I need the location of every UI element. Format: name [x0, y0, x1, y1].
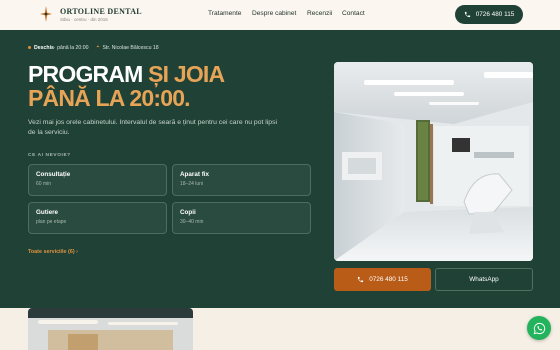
site-header: ORTOLINE DENTAL Sibiu · centru · din 201… — [0, 0, 560, 30]
service-title: Consultație — [36, 171, 71, 178]
clinic-photo — [334, 62, 533, 261]
service-card-copii[interactable]: Copii 30–40 min — [172, 202, 311, 234]
service-title: Aparat fix — [180, 171, 210, 178]
service-card-gutiere[interactable]: Gutiere plan pe etape — [28, 202, 167, 234]
services-section-label: CE AI NEVOIE? — [28, 153, 71, 158]
call-button-label: 0726 480 115 — [369, 276, 408, 283]
service-duration: plan pe etape — [36, 219, 67, 225]
phone-icon — [358, 276, 364, 283]
next-section-photo — [28, 308, 193, 350]
status-hours: · până la 20:00 — [53, 44, 89, 51]
service-duration: 18–24 luni — [180, 181, 204, 187]
status-open: Deschis — [34, 44, 54, 51]
address[interactable]: Str. Nicolae Bălcescu 18 — [102, 45, 158, 51]
whatsapp-icon — [533, 322, 545, 334]
nav-link-recenzii[interactable]: Recenzii — [307, 10, 332, 17]
whatsapp-button[interactable]: WhatsApp — [435, 268, 533, 291]
whatsapp-float-button[interactable] — [527, 316, 551, 340]
service-card-consultatie[interactable]: Consultație 60 min — [28, 164, 167, 196]
headline-line2: PÂNĂ LA 20:00. — [28, 85, 191, 111]
phone-icon — [464, 11, 470, 18]
brand-name[interactable]: ORTOLINE DENTAL — [60, 7, 142, 16]
location-pin-icon: ⌖ — [96, 44, 100, 50]
header-phone-button[interactable]: 0726 480 115 — [455, 5, 523, 24]
headline-orange: ȘI JOIA — [148, 61, 225, 87]
service-duration: 60 min — [36, 181, 52, 187]
opening-status: Deschis · până la 20:00 ⌖ Str. Nicolae B… — [28, 44, 159, 51]
sparkle-logo-icon — [40, 6, 52, 22]
header-phone-label: 0726 480 115 — [475, 11, 515, 18]
call-button[interactable]: 0726 480 115 — [334, 268, 431, 291]
nav-link-despre-cabinet[interactable]: Despre cabinet — [252, 10, 296, 17]
hero-intro: Vezi mai jos orele cabinetului. Interval… — [28, 119, 277, 136]
hero-headline: PROGRAM ȘI JOIA PÂNĂ LA 20:00. — [28, 61, 225, 111]
headline-white: PROGRAM — [28, 61, 149, 87]
brand-tagline: Sibiu · centru · din 2016 — [60, 17, 108, 22]
nav-link-contact[interactable]: Contact — [342, 10, 365, 17]
service-card-aparat-fix[interactable]: Aparat fix 18–24 luni — [172, 164, 311, 196]
service-title: Copii — [180, 209, 196, 216]
whatsapp-button-label: WhatsApp — [469, 276, 499, 283]
nav-link-tratamente[interactable]: Tratamente — [208, 10, 241, 17]
all-services-link[interactable]: Toate serviciile (6) › — [28, 249, 78, 255]
service-duration: 30–40 min — [180, 219, 204, 225]
service-title: Gutiere — [36, 209, 59, 216]
status-dot — [28, 46, 31, 49]
